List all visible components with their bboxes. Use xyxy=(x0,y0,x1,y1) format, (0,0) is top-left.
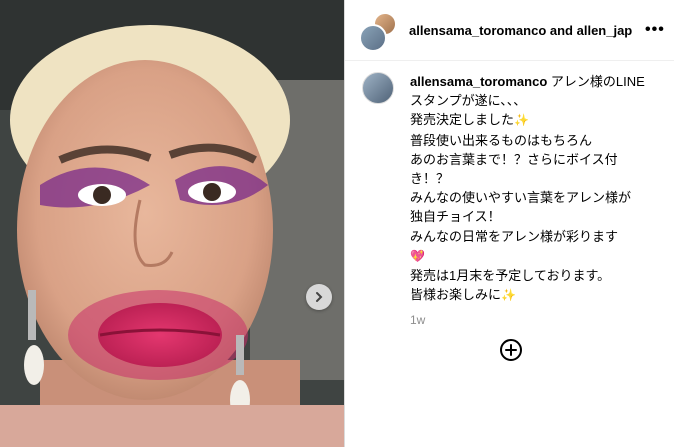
portrait-image xyxy=(0,0,344,447)
sparkle-icon: ✨ xyxy=(501,288,516,303)
more-options-icon[interactable]: ••• xyxy=(645,21,665,39)
caption-line: みんなの日常をアレン様が彩ります xyxy=(410,228,619,244)
pane-divider xyxy=(344,0,345,447)
caption-line: スタンプが遂に、、、 xyxy=(410,93,527,109)
next-photo-button[interactable] xyxy=(306,284,332,310)
caption-text: allensama_toromanco アレン様のLINE スタンプが遂に、、、… xyxy=(410,72,662,331)
caption: allensama_toromanco アレン様のLINE スタンプが遂に、、、… xyxy=(362,72,662,331)
add-circle-icon[interactable] xyxy=(499,338,523,362)
caption-username[interactable]: allensama_toromanco xyxy=(410,74,547,89)
caption-line: 発売決定しました xyxy=(410,112,515,128)
sparkle-icon: ✨ xyxy=(514,113,529,128)
caption-line: 発売は1月末を予定しております。 xyxy=(410,268,611,284)
caption-line: あのお言葉まで！？さらにボイス付 xyxy=(410,151,618,167)
avatar[interactable] xyxy=(362,72,394,104)
post-header: allensama_toromanco and allen_jap ••• xyxy=(345,0,674,61)
caption-line: 普段使い出来るものはもちろん xyxy=(410,132,593,148)
post-timestamp[interactable]: 1w xyxy=(410,311,662,330)
caption-line: みんなの使いやすい言葉をアレン様が xyxy=(410,190,632,206)
collab-avatars[interactable] xyxy=(359,10,399,52)
chevron-right-icon xyxy=(316,292,323,302)
post-photo xyxy=(0,0,344,447)
caption-line: き！？ xyxy=(410,171,450,187)
caption-line: 皆様お楽しみに xyxy=(410,287,502,303)
avatar[interactable] xyxy=(359,24,387,52)
caption-line: アレン様のLINE xyxy=(550,74,645,89)
heart-icon: 💖 xyxy=(410,248,425,263)
author-names[interactable]: allensama_toromanco and allen_jap xyxy=(409,23,635,38)
caption-line: 独自チョイス！ xyxy=(410,209,501,225)
